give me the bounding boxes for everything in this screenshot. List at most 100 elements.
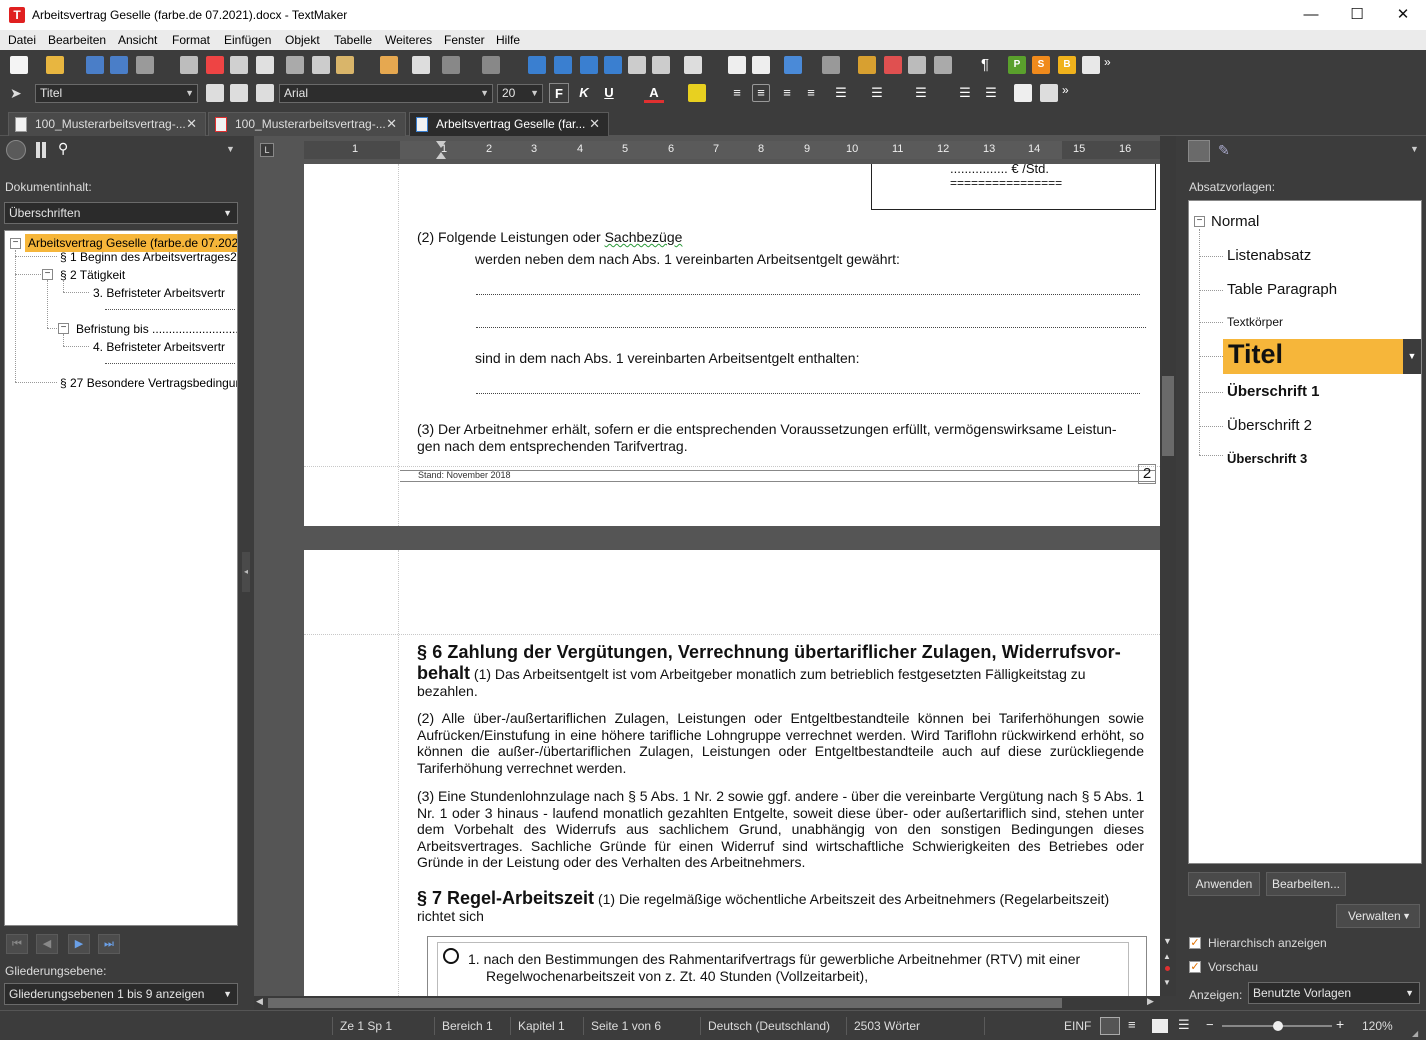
scroll-thumb[interactable] [268,998,1062,1008]
image-icon[interactable] [908,56,926,74]
copy-icon[interactable] [312,56,330,74]
align-left-icon[interactable]: ≡ [728,84,746,102]
open-folder-icon[interactable] [46,56,64,74]
hyphenation-icon[interactable] [822,56,840,74]
scroll-right-icon[interactable]: ▶ [1147,996,1154,1007]
justify-icon[interactable]: ≡ [802,84,820,102]
tab-document-1[interactable]: 100_Musterarbeitsvertrag-... ✕ [8,112,206,136]
search-icon[interactable]: ⚲ [58,140,68,157]
collapse-icon[interactable]: − [58,323,69,334]
style-combo[interactable]: Titel ▼ [35,84,198,103]
zoom-in-icon[interactable] [628,56,646,74]
italic-button[interactable]: K [574,83,594,103]
numbering-icon[interactable]: ☰ [868,84,886,102]
insert-field-icon[interactable] [528,56,546,74]
bold-button[interactable]: F [549,83,569,103]
acrobat-icon[interactable] [1082,56,1100,74]
outline-item[interactable]: 3. Befristeter Arbeitsvertr [93,286,225,300]
collapse-icon[interactable]: − [1194,216,1205,227]
save-icon[interactable] [86,56,104,74]
first-line-indent-marker[interactable] [436,141,446,148]
underline-button[interactable]: U [599,83,619,103]
maximize-button[interactable]: ☐ [1334,0,1380,30]
increase-indent-icon[interactable]: ☰ [982,84,1000,102]
page-icon[interactable] [752,56,770,74]
align-right-icon[interactable]: ≡ [778,84,796,102]
track-changes-icon[interactable] [884,56,902,74]
close-tab-icon[interactable]: ✕ [186,113,197,135]
menu-objekt[interactable]: Objekt [285,33,320,47]
style-item-normal[interactable]: Normal [1211,213,1259,230]
pdf-export-icon[interactable] [206,56,224,74]
style-item-ueberschrift-3[interactable]: Überschrift 3 [1227,451,1307,466]
horizontal-ruler[interactable]: 1 1 2 3 4 5 6 7 8 9 10 11 12 13 14 15 16 [304,141,1160,159]
frame-icon[interactable] [728,56,746,74]
insert-footer-icon[interactable] [580,56,598,74]
collapse-left-panel-handle[interactable]: ◂ [242,552,250,592]
compass-icon[interactable] [6,140,26,160]
save-as-icon[interactable] [110,56,128,74]
bullets-icon[interactable]: ☰ [832,84,850,102]
close-tab-icon[interactable]: ✕ [589,113,600,135]
font-color-button[interactable]: A [644,83,664,103]
tab-document-3[interactable]: Arbeitsvertrag Geselle (far... ✕ [409,112,609,136]
paragraph-styles-icon[interactable] [1188,140,1210,162]
menu-ansicht[interactable]: Ansicht [118,33,157,47]
status-zoom[interactable]: 120% [1362,1019,1393,1033]
menu-tabelle[interactable]: Tabelle [334,33,372,47]
style-item-textkoerper[interactable]: Textkörper [1227,315,1283,329]
scroll-left-icon[interactable]: ◀ [256,996,263,1007]
style-item-titel[interactable]: Titel [1223,339,1403,374]
collapse-icon[interactable]: − [10,238,21,249]
page-navigator-icon[interactable] [36,142,46,158]
previous-heading-button[interactable]: ◀ [36,934,58,954]
content-select[interactable]: Überschriften ▼ [4,202,238,224]
menu-fenster[interactable]: Fenster [444,33,485,47]
outline-item[interactable]: § 1 Beginn des Arbeitsvertrages2) [60,250,237,264]
pointer-icon[interactable]: ➤ [10,84,28,102]
print-icon[interactable] [180,56,198,74]
vertical-scrollbar[interactable]: ▼ ▲ ▼ [1160,136,1176,996]
outline-item[interactable]: § 27 Besondere Vertragsbedingun [60,376,237,390]
menu-datei[interactable]: Datei [8,33,36,47]
apply-button[interactable]: Anwenden [1188,872,1260,896]
toolbar-overflow-icon[interactable]: » [1062,84,1080,102]
zoom-slider-thumb[interactable] [1273,1021,1283,1031]
previous-page-icon[interactable]: ▲ [1163,952,1171,961]
page-2[interactable]: § 6 Zahlung der Vergütungen, Verrechnung… [304,550,1160,996]
style-item-table-paragraph[interactable]: Table Paragraph [1227,281,1337,298]
toolbar-overflow-icon[interactable]: » [1104,56,1122,74]
character-styles-icon[interactable]: ✎ [1218,142,1230,159]
search-icon[interactable] [412,56,430,74]
chevron-down-icon[interactable]: ▼ [1410,144,1419,154]
outline-item[interactable]: 4. Befristeter Arbeitsvertr [93,340,225,354]
level-select[interactable]: Gliederungsebenen 1 bis 9 anzeigen ▼ [4,983,238,1005]
menu-einfuegen[interactable]: Einfügen [224,33,271,47]
next-heading-button[interactable]: ▶ [68,934,90,954]
page-view-icon[interactable] [1152,1019,1168,1033]
pilcrow-icon[interactable]: ¶ [976,56,994,74]
minimize-button[interactable]: — [1288,0,1334,30]
cut-icon[interactable] [286,56,304,74]
font-size-combo[interactable]: 20 ▼ [497,84,543,103]
new-document-icon[interactable] [10,56,28,74]
status-language[interactable]: Deutsch (Deutschland) [708,1019,830,1033]
style-item-ueberschrift-2[interactable]: Überschrift 2 [1227,417,1312,434]
email-icon[interactable] [256,56,274,74]
print-preview-icon[interactable] [230,56,248,74]
master-page-view-icon[interactable]: ☰ [1178,1017,1190,1033]
format-painter-icon[interactable] [380,56,398,74]
zoom-out-icon[interactable]: − [1206,1017,1214,1032]
status-insert-mode[interactable]: EINF [1064,1019,1091,1033]
close-window-button[interactable]: ✕ [1380,0,1426,30]
basicmaker-icon[interactable]: B [1058,56,1076,74]
redo-icon[interactable] [482,56,500,74]
tab-document-2[interactable]: 100_Musterarbeitsvertrag-... ✕ [208,112,406,136]
outline-view-icon[interactable]: ≡ [1128,1017,1136,1032]
chevron-down-icon[interactable]: ▼ [226,144,235,154]
style-sheet-icon[interactable] [256,84,274,102]
borders-icon[interactable] [1040,84,1058,102]
insert-header-icon[interactable] [554,56,572,74]
option-radio[interactable] [443,948,459,964]
save-all-icon[interactable] [136,56,154,74]
